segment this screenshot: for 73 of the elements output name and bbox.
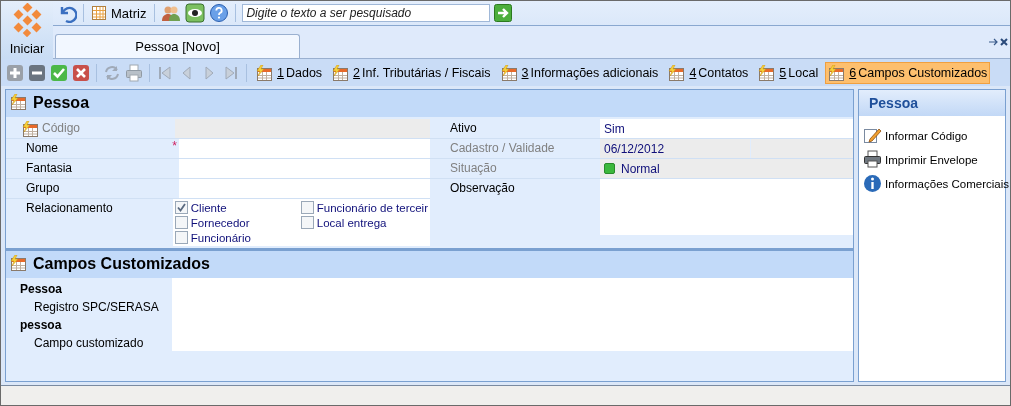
group-label: pessoa bbox=[19, 317, 63, 334]
field-label: Código bbox=[42, 121, 81, 135]
check-icon[interactable] bbox=[50, 63, 68, 82]
section-tab[interactable]: 5 Local bbox=[755, 61, 822, 84]
table-icon bbox=[500, 64, 518, 81]
side-link[interactable]: Imprimir Envelope bbox=[885, 153, 978, 166]
table-icon bbox=[256, 64, 273, 81]
status-text: Normal bbox=[621, 161, 660, 176]
checkbox[interactable] bbox=[300, 216, 314, 229]
field-label: Observação bbox=[450, 181, 515, 195]
section-title: Pessoa bbox=[33, 94, 90, 112]
checkbox-label: Funcionário bbox=[190, 231, 251, 244]
checkbox[interactable] bbox=[300, 201, 314, 214]
text-field[interactable] bbox=[179, 139, 430, 158]
start-button[interactable]: Iniciar bbox=[1, 1, 53, 59]
checkbox-label: Cliente bbox=[190, 201, 227, 214]
lightning-table-icon bbox=[22, 121, 39, 137]
group-label: Pessoa bbox=[19, 281, 64, 298]
table-icon bbox=[10, 255, 29, 273]
printer-icon[interactable] bbox=[125, 63, 143, 82]
cancel-icon[interactable] bbox=[72, 63, 90, 82]
first-record-icon[interactable] bbox=[156, 63, 174, 82]
table-icon bbox=[828, 64, 846, 81]
last-record-icon[interactable] bbox=[222, 63, 240, 82]
table-icon bbox=[332, 64, 350, 81]
field-label: Fantasia bbox=[26, 161, 73, 175]
field-label: Grupo bbox=[26, 181, 60, 195]
info-icon bbox=[863, 174, 882, 193]
checkbox-label: Fornecedor bbox=[190, 216, 250, 229]
section-tab[interactable]: 2 Inf. Tributárias / Fiscais bbox=[329, 61, 494, 84]
date-field: 06/12/2012 bbox=[600, 139, 750, 158]
field-label: Relacionamento bbox=[26, 201, 113, 215]
field-label: Nome bbox=[26, 141, 58, 155]
checkbox-label: Local entrega bbox=[316, 216, 387, 229]
grid-icon bbox=[92, 6, 106, 20]
checkbox-label: Funcionário de terceir bbox=[316, 201, 428, 214]
matrix-button[interactable]: Matriz bbox=[90, 5, 149, 21]
table-icon bbox=[10, 94, 29, 112]
section-tab[interactable]: 3 Informações adicionais bbox=[497, 61, 662, 84]
text-field[interactable] bbox=[179, 159, 430, 178]
field-label: Cadastro / Validade bbox=[450, 141, 555, 155]
text-field[interactable]: Sim bbox=[600, 119, 853, 138]
text-field[interactable] bbox=[179, 179, 430, 198]
field-label: Registro SPC/SERASA bbox=[33, 299, 160, 316]
search-field[interactable]: Digite o texto a ser pesquisado bbox=[242, 4, 491, 22]
checkbox[interactable] bbox=[174, 216, 188, 229]
go-arrow-icon[interactable] bbox=[494, 4, 513, 22]
remove-icon[interactable] bbox=[28, 63, 46, 82]
section-tab[interactable]: 4 Contatos bbox=[665, 61, 752, 84]
table-icon bbox=[758, 64, 776, 81]
section-tab[interactable]: 6 Campos Customizados bbox=[825, 61, 991, 84]
close-icon[interactable] bbox=[1000, 38, 1008, 46]
field-label: Situação bbox=[450, 161, 497, 175]
add-icon[interactable] bbox=[6, 63, 24, 82]
section-title: Campos Customizados bbox=[33, 255, 210, 273]
side-link[interactable]: Informar Código bbox=[885, 129, 968, 142]
help-icon[interactable] bbox=[209, 3, 230, 23]
pin-arrow-icon[interactable] bbox=[989, 38, 999, 46]
document-tab[interactable]: Pessoa [Novo] bbox=[55, 34, 300, 58]
field-label: Campo customizado bbox=[33, 335, 145, 352]
table-icon bbox=[668, 64, 686, 81]
eye-icon[interactable] bbox=[185, 3, 206, 23]
panel-title: Pessoa bbox=[859, 90, 1005, 116]
refresh-icon[interactable] bbox=[103, 63, 121, 82]
side-link[interactable]: Informações Comerciais bbox=[885, 177, 1009, 190]
section-tab[interactable]: 1 Dados bbox=[253, 61, 326, 84]
field-label: Ativo bbox=[450, 121, 477, 135]
required-mark: * bbox=[172, 139, 177, 153]
pencil-icon bbox=[863, 126, 882, 145]
checkbox[interactable] bbox=[174, 231, 188, 244]
observation-field[interactable] bbox=[600, 179, 853, 235]
checkbox[interactable] bbox=[174, 201, 188, 214]
printer-icon bbox=[863, 150, 882, 169]
